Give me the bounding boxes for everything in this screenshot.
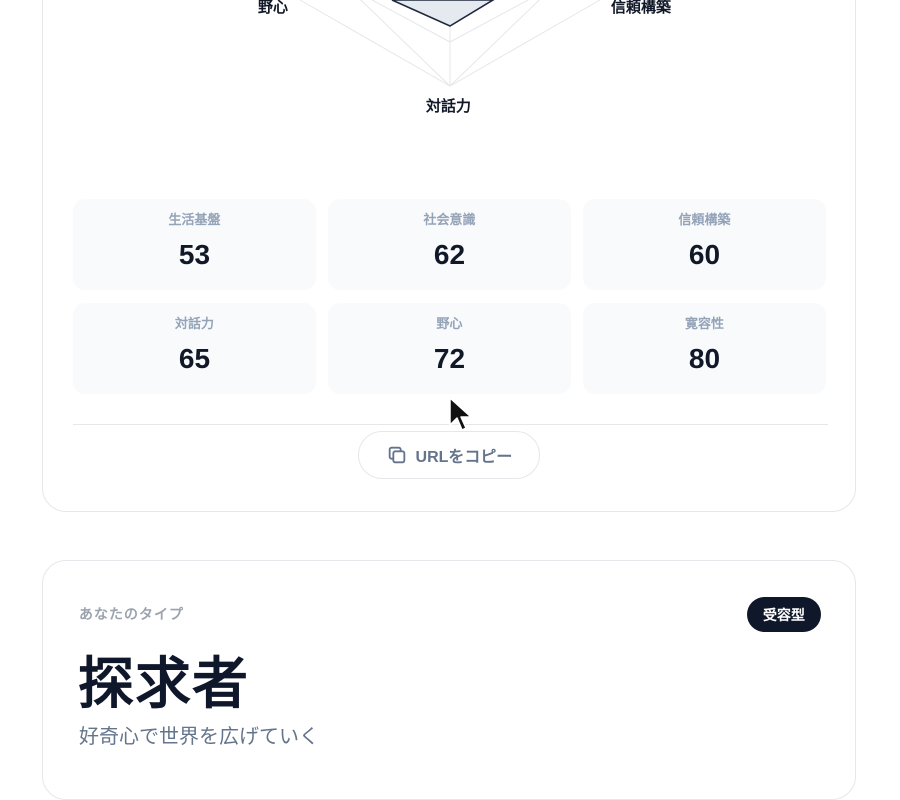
mouse-cursor-icon bbox=[449, 397, 472, 431]
stat-label: 対話力 bbox=[174, 317, 214, 332]
stat-card: 寛容性 80 bbox=[583, 303, 826, 394]
copy-url-button[interactable]: URLをコピー bbox=[358, 431, 540, 479]
type-name: 探求者 bbox=[78, 652, 249, 717]
stat-label: 社会意識 bbox=[423, 213, 476, 228]
stat-value: 53 bbox=[178, 239, 211, 270]
stat-label: 野心 bbox=[436, 317, 463, 332]
stat-card: 社会意識 62 bbox=[328, 199, 571, 290]
stat-card: 対話力 65 bbox=[73, 303, 316, 394]
stat-value: 72 bbox=[433, 343, 466, 374]
type-caption: あなたのタイプ bbox=[79, 607, 184, 623]
stat-card: 生活基盤 53 bbox=[73, 199, 316, 290]
stats-grid: 生活基盤 53 社会意識 62 信頼構築 60 対話力 65 野心 72 寛容性… bbox=[73, 199, 826, 394]
stat-label: 信頼構築 bbox=[678, 213, 731, 228]
radar-axis-label-right: 信頼構築 bbox=[611, 0, 672, 16]
copy-url-label: URLをコピー bbox=[415, 449, 513, 466]
copy-icon bbox=[388, 446, 405, 464]
radar-score-area bbox=[391, 0, 495, 27]
stat-card: 野心 72 bbox=[328, 303, 571, 394]
stat-card: 信頼構築 60 bbox=[583, 199, 826, 290]
radar-axis-label-left: 野心 bbox=[258, 0, 289, 16]
radar-axis-label-bottom: 対話力 bbox=[426, 97, 472, 115]
type-badge: 受容型 bbox=[747, 597, 821, 632]
stat-label: 生活基盤 bbox=[168, 213, 221, 228]
stat-value: 80 bbox=[688, 343, 721, 374]
stat-value: 60 bbox=[688, 239, 721, 270]
stat-value: 65 bbox=[178, 343, 211, 374]
stat-value: 62 bbox=[433, 239, 466, 270]
stat-label: 寛容性 bbox=[684, 317, 724, 332]
